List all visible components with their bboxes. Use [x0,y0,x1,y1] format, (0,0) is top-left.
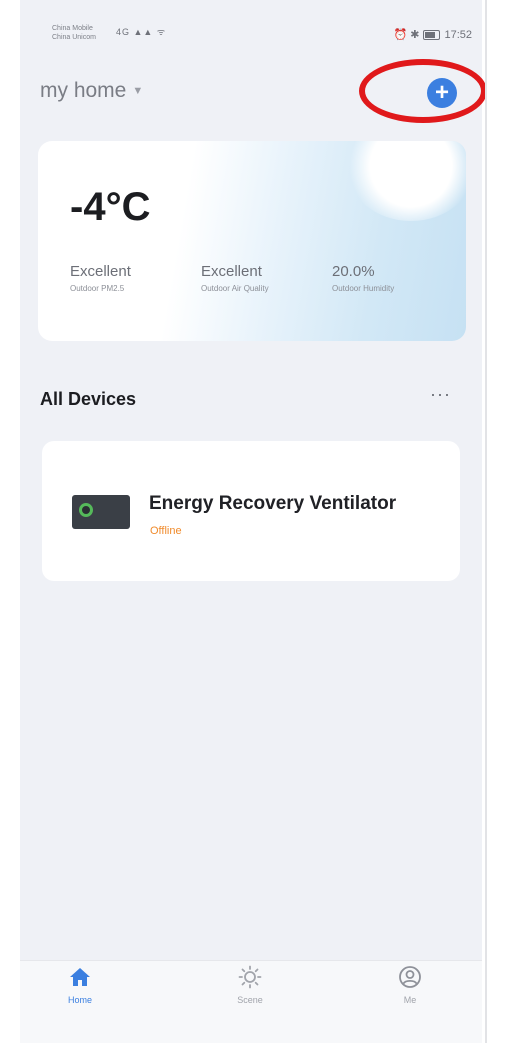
metric-value: Excellent [201,263,262,280]
section-title: All Devices [40,389,137,409]
more-options-button[interactable]: ··· [430,384,451,405]
ventilator-icon [72,495,130,529]
metric-label: Outdoor Air Quality [201,284,269,293]
status-right: ⏰ ✱ 17:52 [393,28,472,42]
clock: 17:52 [444,28,472,41]
home-selector[interactable]: my home ▼ [40,79,143,103]
alarm-bluetooth-icons: ⏰ ✱ [393,29,420,41]
caret-down-icon: ▼ [132,85,144,97]
nav-home[interactable]: Home [30,965,130,1005]
scene-icon [238,965,262,989]
temperature: -4°C [70,185,151,229]
battery-icon [423,29,441,40]
metric-label: Outdoor Humidity [332,284,395,293]
weather-card[interactable]: -4°C Excellent Outdoor PM2.5 Excellent O… [38,141,466,341]
device-status: Offline [150,525,182,537]
metric-pm25: Excellent Outdoor PM2.5 [70,263,170,293]
profile-icon [399,966,421,988]
device-indicator [79,503,93,517]
page: China Mobile China Unicom 4G ▲▲ ᯤ ⏰ ✱ 17… [0,0,516,1043]
status-bar: China Mobile China Unicom 4G ▲▲ ᯤ ⏰ ✱ 17… [20,18,482,58]
metric-humidity: 20.0% Outdoor Humidity [332,263,458,293]
nav-label: Scene [237,995,263,1005]
app-screen: China Mobile China Unicom 4G ▲▲ ᯤ ⏰ ✱ 17… [20,0,482,1043]
carrier-line-2: China Unicom [52,34,96,41]
carrier-line-1: China Mobile [52,25,93,32]
plus-icon: + [434,79,449,106]
nav-label: Me [403,995,417,1005]
metric-value: Excellent [70,263,131,280]
home-icon [70,968,90,986]
device-name: Energy Recovery Ventilator [149,493,397,514]
metric-value: 20.0% [332,263,375,280]
carrier-info: China Mobile China Unicom 4G ▲▲ ᯤ [52,24,165,42]
cloud-decoration [346,141,466,221]
screen-edge-divider [485,0,487,1043]
add-device-button[interactable]: + [427,78,457,108]
home-name: my home [40,79,127,102]
nav-scene[interactable]: Scene [200,965,300,1005]
nav-label: Home [67,995,92,1005]
metric-air-quality: Excellent Outdoor Air Quality [201,263,309,293]
nav-me[interactable]: Me [360,965,460,1005]
device-card[interactable]: Energy Recovery Ventilator Offline [42,441,460,581]
signal-icons: 4G ▲▲ ᯤ [116,27,167,37]
metric-label: Outdoor PM2.5 [70,284,125,293]
bottom-nav: Home Scene Me [20,960,482,1043]
